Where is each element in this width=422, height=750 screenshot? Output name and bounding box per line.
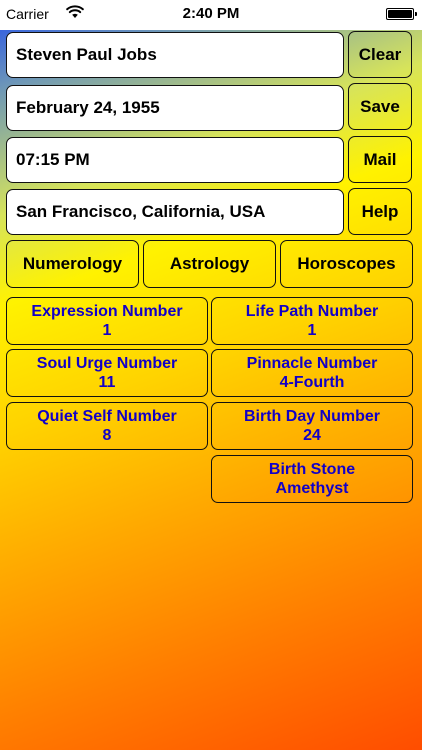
result-birth-day-number[interactable]: Birth Day Number 24 — [211, 402, 413, 450]
help-button[interactable]: Help — [348, 188, 412, 235]
birth-location-field[interactable]: San Francisco, California, USA — [6, 189, 344, 235]
clock-time: 2:40 PM — [182, 5, 240, 22]
result-title: Birth Stone — [268, 461, 356, 478]
result-value: 1 — [102, 322, 112, 339]
status-bar: Carrier 2:40 PM — [0, 0, 422, 30]
result-expression-number[interactable]: Expression Number 1 — [6, 297, 208, 345]
result-soul-urge-number[interactable]: Soul Urge Number 11 — [6, 349, 208, 397]
birth-date-field[interactable]: February 24, 1955 — [6, 85, 344, 131]
result-value: 8 — [102, 427, 112, 444]
result-value: Amethyst — [275, 480, 349, 497]
result-title: Expression Number — [31, 303, 183, 320]
result-title: Quiet Self Number — [37, 408, 177, 425]
clear-button[interactable]: Clear — [348, 31, 412, 78]
tab-numerology[interactable]: Numerology — [6, 240, 139, 288]
result-pinnacle-number[interactable]: Pinnacle Number 4-Fourth — [211, 349, 413, 397]
result-value: 1 — [307, 322, 317, 339]
result-quiet-self-number[interactable]: Quiet Self Number 8 — [6, 402, 208, 450]
tab-astrology[interactable]: Astrology — [143, 240, 276, 288]
save-button[interactable]: Save — [348, 83, 412, 130]
birth-time-field[interactable]: 07:15 PM — [6, 137, 344, 183]
mail-button[interactable]: Mail — [348, 136, 412, 183]
result-title: Life Path Number — [245, 303, 379, 320]
name-field[interactable]: Steven Paul Jobs — [6, 32, 344, 78]
result-value: 24 — [303, 427, 321, 444]
result-title: Pinnacle Number — [246, 355, 378, 372]
tab-horoscopes[interactable]: Horoscopes — [280, 240, 413, 288]
result-value: 11 — [98, 374, 116, 391]
result-title: Birth Day Number — [243, 408, 381, 425]
battery-icon — [386, 8, 417, 20]
result-value: 4-Fourth — [279, 374, 345, 391]
result-birth-stone[interactable]: Birth Stone Amethyst — [211, 455, 413, 503]
result-life-path-number[interactable]: Life Path Number 1 — [211, 297, 413, 345]
result-title: Soul Urge Number — [36, 355, 178, 372]
